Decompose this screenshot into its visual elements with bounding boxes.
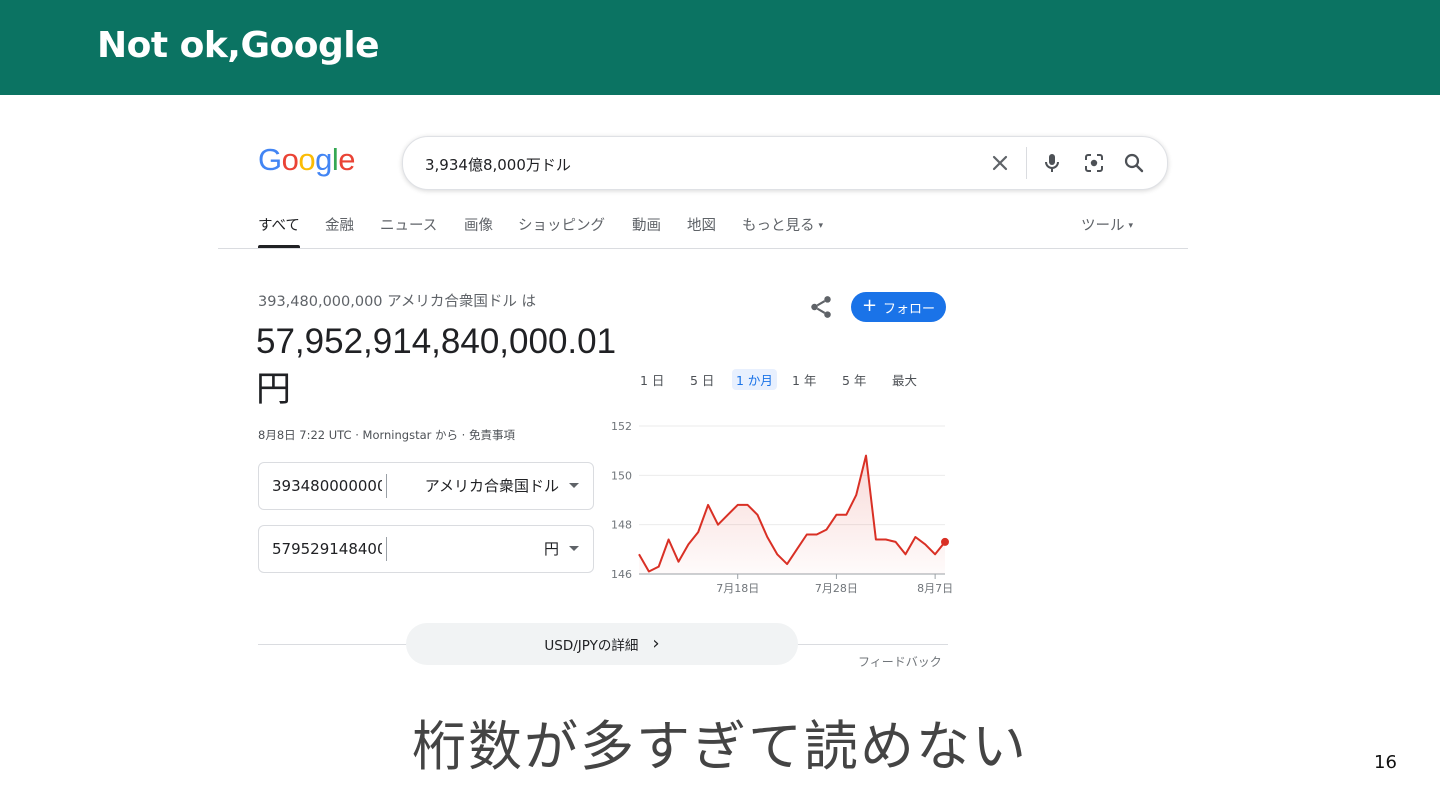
- tab-maps[interactable]: 地図: [687, 214, 716, 235]
- chart-range-selector: 1 日 5 日 1 か月 1 年 5 年 最大: [626, 368, 956, 390]
- to-currency-select[interactable]: 円: [544, 538, 579, 559]
- range-5-year[interactable]: 5 年: [842, 370, 866, 389]
- logo-letter: G: [258, 142, 282, 177]
- tab-finance[interactable]: 金融: [325, 214, 354, 235]
- dropdown-arrow-icon: [569, 546, 579, 551]
- follow-label: フォロー: [883, 301, 936, 317]
- close-icon[interactable]: [988, 151, 1012, 175]
- logo-letter: g: [315, 142, 332, 177]
- search-icon[interactable]: [1122, 151, 1146, 175]
- search-divider: [1026, 147, 1027, 179]
- to-currency-label: 円: [543, 540, 559, 558]
- field-divider: [386, 537, 387, 561]
- y-tick-label: 146: [611, 568, 632, 581]
- plus-icon: +: [861, 295, 878, 316]
- feedback-link[interactable]: フィードバック: [858, 653, 942, 670]
- tools-button[interactable]: ツール ▾: [1081, 214, 1133, 235]
- tab-more[interactable]: もっと見る ▾: [742, 214, 823, 235]
- logo-letter: e: [338, 142, 356, 177]
- range-1-month[interactable]: 1 か月: [732, 369, 777, 390]
- search-tabs: すべて 金融 ニュース 画像 ショッピング 動画 地図 もっと見る ▾ ツール ▾: [258, 214, 1158, 250]
- follow-button[interactable]: + フォロー: [851, 292, 946, 322]
- chevron-right-icon: ›: [652, 633, 660, 654]
- lens-camera-icon[interactable]: [1082, 151, 1106, 175]
- tab-news[interactable]: ニュース: [380, 214, 437, 235]
- from-currency-select[interactable]: アメリカ合衆国ドル: [425, 475, 579, 496]
- slide-caption: 桁数が多すぎて読めない: [412, 715, 1028, 778]
- logo-letter: o: [281, 142, 299, 177]
- chevron-down-icon: ▾: [818, 221, 824, 231]
- conversion-label: 393,480,000,000 アメリカ合衆国ドル は: [258, 294, 537, 310]
- google-logo[interactable]: Google: [258, 142, 356, 178]
- y-tick-label: 152: [611, 420, 632, 433]
- range-1-day[interactable]: 1 日: [640, 370, 664, 389]
- to-amount-input[interactable]: [272, 538, 382, 560]
- share-icon[interactable]: [808, 294, 834, 320]
- exchange-rate-chart[interactable]: 146 148 150 152 7月18日 7月28日 8月7日: [603, 414, 963, 602]
- y-tick-label: 148: [611, 519, 632, 532]
- conversion-result: 57,952,914,840,000.01 円: [256, 322, 617, 409]
- range-1-year[interactable]: 1 年: [792, 370, 816, 389]
- to-currency-field[interactable]: 円: [258, 525, 594, 573]
- usd-jpy-details-button[interactable]: USD/JPYの詳細 ›: [406, 623, 798, 665]
- tab-more-label: もっと見る: [742, 218, 815, 234]
- google-screenshot: Google すべて 金融 ニュース 画像 ショッピング 動画 地図 もっと見る…: [218, 118, 1188, 678]
- search-input[interactable]: [423, 151, 967, 177]
- tab-all[interactable]: すべて: [258, 214, 300, 235]
- y-tick-label: 150: [611, 469, 632, 482]
- x-tick-label: 7月28日: [815, 582, 858, 595]
- dropdown-arrow-icon: [569, 483, 579, 488]
- from-amount-input[interactable]: [272, 475, 382, 497]
- tab-videos[interactable]: 動画: [632, 214, 661, 235]
- field-divider: [386, 474, 387, 498]
- page-number: 16: [1374, 752, 1397, 773]
- from-currency-field[interactable]: アメリカ合衆国ドル: [258, 462, 594, 510]
- tabs-divider: [218, 248, 1188, 249]
- range-5-day[interactable]: 5 日: [690, 370, 714, 389]
- tab-shopping[interactable]: ショッピング: [518, 214, 605, 235]
- chevron-down-icon: ▾: [1128, 221, 1134, 231]
- search-box[interactable]: [402, 136, 1168, 190]
- details-label: USD/JPYの詳細: [544, 638, 639, 654]
- line-chart-svg: 146 148 150 152 7月18日 7月28日 8月7日: [611, 420, 953, 595]
- from-currency-label: アメリカ合衆国ドル: [424, 477, 559, 495]
- slide-title: Not ok,Google: [97, 25, 380, 66]
- last-point-marker: [941, 537, 949, 546]
- tab-images[interactable]: 画像: [464, 214, 493, 235]
- x-tick-label: 8月7日: [917, 582, 953, 595]
- x-tick-label: 7月18日: [716, 582, 759, 595]
- microphone-icon[interactable]: [1040, 151, 1064, 175]
- conversion-meta: 8月8日 7:22 UTC · Morningstar から · 免責事項: [258, 428, 515, 442]
- range-max[interactable]: 最大: [892, 370, 917, 389]
- tools-label: ツール: [1081, 218, 1125, 234]
- logo-letter: o: [298, 142, 316, 177]
